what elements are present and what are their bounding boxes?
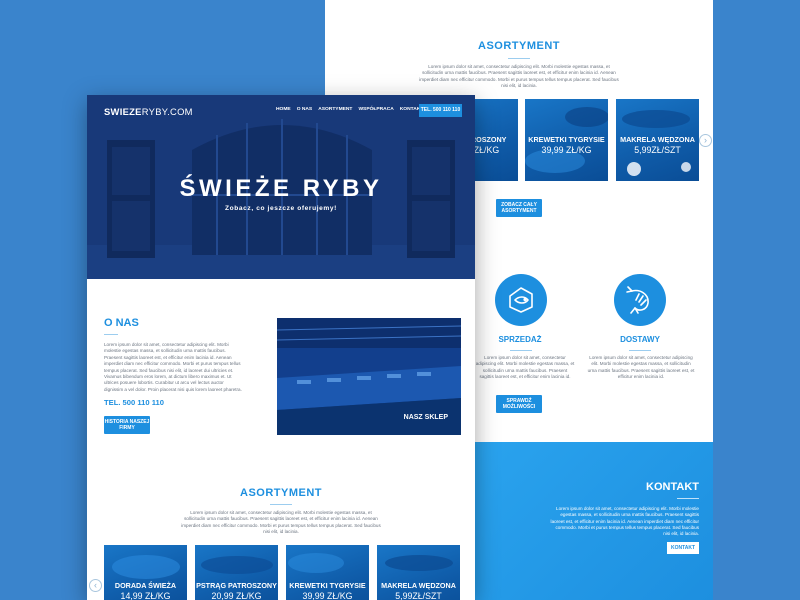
nav-item-cooperation[interactable]: WSPÓŁPRACA	[358, 107, 393, 112]
carousel-next-button[interactable]: ›	[699, 134, 712, 147]
product-price: 5,99ZŁ/SZT	[634, 145, 681, 155]
shop-label: NASZ SKLEP	[403, 414, 448, 421]
carousel-prev-button[interactable]: ‹	[89, 579, 102, 592]
about-rule	[104, 334, 118, 335]
product-name: KREWETKI TYGRYSIE	[528, 135, 605, 144]
product-name: MAKRELA WĘDZONA	[381, 581, 456, 590]
sales-feature-circle	[495, 274, 547, 326]
fish-sale-icon	[509, 287, 533, 313]
about-phone[interactable]: TEL. 500 110 110	[104, 398, 164, 407]
product-price: 14,99 ZŁ/KG	[120, 591, 171, 600]
back-assortment-rule	[508, 58, 530, 59]
product-price: 5,99ZŁ/SZT	[395, 591, 442, 600]
hero-subtitle: Zobacz, co jeszcze oferujemy!	[225, 205, 337, 212]
site-logo[interactable]: SWIEZERYBY.COM	[104, 106, 193, 117]
feature-title-delivery: DOSTAWY	[620, 335, 660, 344]
chevron-left-icon: ‹	[94, 580, 97, 590]
product-name: KREWETKI TYGRYSIE	[289, 581, 366, 590]
contact-button[interactable]: KONTAKT	[667, 542, 699, 554]
shop-photo[interactable]: NASZ SKLEP	[277, 318, 461, 435]
shrimp-icon	[626, 286, 649, 314]
feature-text-sales: Lorem ipsum dolor sit amet, consectetur …	[475, 355, 575, 379]
main-nav: HOME O NAS ASORTYMENT WSPÓŁPRACA KONTAKT	[276, 107, 423, 112]
nav-item-home[interactable]: HOME	[276, 107, 291, 112]
product-name: DORADA ŚWIEŻA	[114, 581, 177, 590]
product-price: 39,99 ZŁ/KG	[541, 145, 592, 155]
delivery-feature-circle	[614, 274, 666, 326]
assortment-text: Lorem ipsum dolor sit amet, consectetur …	[181, 510, 381, 534]
phone-button[interactable]: TEL. 500 110 110	[419, 104, 462, 117]
product-name: MAKRELA WĘDZONA	[620, 135, 695, 144]
about-text: Lorem ipsum dolor sit amet, consectetur …	[104, 342, 242, 392]
back-product-tile-shrimp[interactable]: KREWETKI TYGRYSIE 39,99 ZŁ/KG	[525, 99, 608, 181]
back-assortment-title: ASORTYMENT	[478, 40, 560, 52]
logo-light: RYBY.COM	[141, 106, 193, 117]
back-assortment-text: Lorem ipsum dolor sit amet, consectetur …	[419, 64, 619, 88]
product-tile-trout[interactable]: PSTRĄG PATROSZONY 20,99 ZŁ/KG	[195, 545, 278, 600]
product-tile-shrimp[interactable]: KREWETKI TYGRYSIE 39,99 ZŁ/KG	[286, 545, 369, 600]
feature-text-delivery: Lorem ipsum dolor sit amet, consectetur …	[587, 355, 695, 379]
product-price: 39,99 ZŁ/KG	[302, 591, 353, 600]
hero-title: ŚWIEŻE RYBY	[179, 175, 383, 202]
product-price: 20,99 ZŁ/KG	[211, 591, 262, 600]
back-product-tile-mackerel[interactable]: MAKRELA WĘDZONA 5,99ZŁ/SZT	[616, 99, 699, 181]
company-history-button[interactable]: HISTORIA NASZEJ FIRMY	[104, 416, 150, 434]
product-tile-dorada[interactable]: DORADA ŚWIEŻA 14,99 ZŁ/KG	[104, 545, 187, 600]
chevron-right-icon: ›	[704, 135, 707, 145]
contact-section: KONTAKT Lorem ipsum dolor sit amet, cons…	[475, 442, 713, 600]
assortment-rule	[270, 504, 292, 505]
about-title: O NAS	[104, 317, 139, 329]
feature-rule	[510, 350, 532, 351]
contact-rule	[677, 498, 699, 499]
check-options-button[interactable]: SPRAWDŹ MOŻLIWOŚCI	[496, 395, 542, 413]
nav-item-assortment[interactable]: ASORTYMENT	[318, 107, 352, 112]
see-all-assortment-button[interactable]: ZOBACZ CAŁY ASORTYMENT	[496, 199, 542, 217]
front-page: SWIEZERYBY.COM HOME O NAS ASORTYMENT WSP…	[87, 95, 475, 600]
contact-text: Lorem ipsum dolor sit amet, consectetur …	[550, 506, 699, 537]
hero-section: SWIEZERYBY.COM HOME O NAS ASORTYMENT WSP…	[87, 95, 475, 279]
feature-title-sales: SPRZEDAŻ	[498, 335, 542, 344]
product-tile-mackerel[interactable]: MAKRELA WĘDZONA 5,99ZŁ/SZT	[377, 545, 460, 600]
product-name: PSTRĄG PATROSZONY	[196, 581, 277, 590]
contact-title: KONTAKT	[646, 481, 699, 493]
feature-rule	[629, 350, 651, 351]
nav-item-about[interactable]: O NAS	[297, 107, 313, 112]
logo-bold: SWIEZE	[104, 106, 142, 117]
assortment-title: ASORTYMENT	[240, 487, 322, 499]
